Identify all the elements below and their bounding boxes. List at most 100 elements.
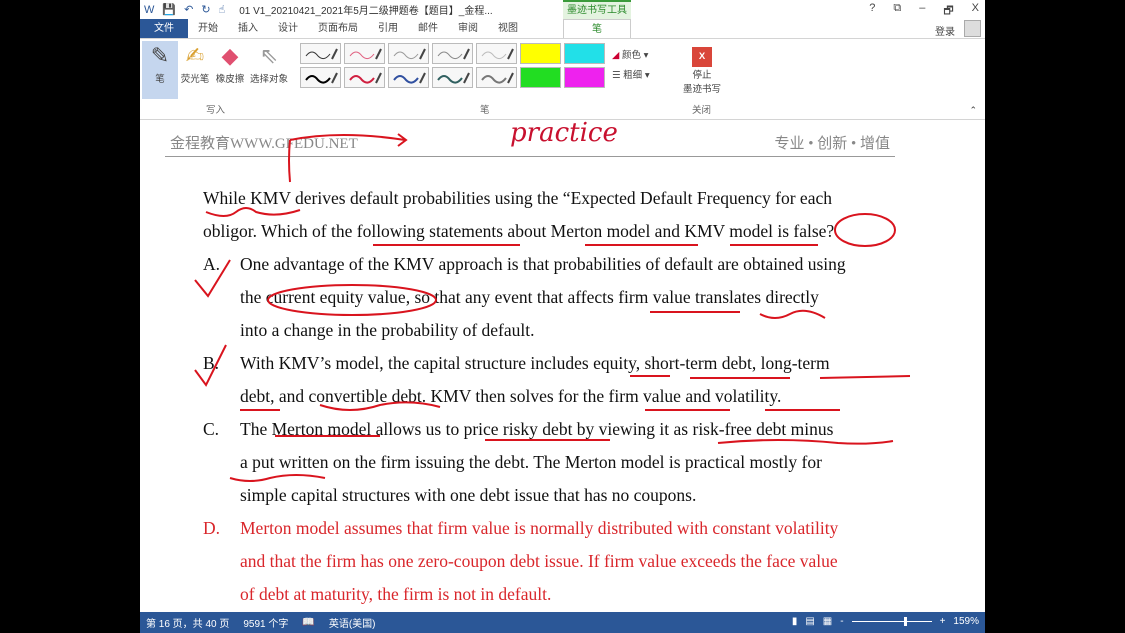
- collapse-ribbon-icon[interactable]: ⌃: [969, 105, 977, 116]
- pen-stroke-icon: [481, 72, 514, 84]
- pen-group-label: 笔: [480, 105, 490, 116]
- zoom-out-button[interactable]: -: [840, 616, 843, 627]
- tab-file[interactable]: 文件: [140, 19, 188, 38]
- zoom-in-button[interactable]: +: [940, 616, 946, 627]
- pen-style-swatch[interactable]: [476, 67, 517, 88]
- select-objects-button[interactable]: ⇖ 选择对象: [248, 41, 290, 85]
- header-right: 专业 • 创新 • 增值: [774, 136, 890, 152]
- pen-gallery: [300, 43, 605, 88]
- page-count[interactable]: 第 16 页，共 40 页: [146, 615, 229, 630]
- pen-style-swatch[interactable]: [344, 67, 385, 88]
- tab-references[interactable]: 引用: [368, 19, 408, 38]
- tab-view[interactable]: 视图: [488, 19, 528, 38]
- save-icon[interactable]: 💾: [162, 3, 176, 16]
- tab-design[interactable]: 设计: [268, 19, 308, 38]
- option-text-line: a put written on the firm issuing the de…: [240, 452, 822, 472]
- question-line: While KMV derives default probabilities …: [203, 188, 832, 208]
- pen-style-swatch[interactable]: [520, 67, 561, 88]
- cursor-icon: ⇖: [259, 43, 279, 68]
- undo-icon[interactable]: ↶: [184, 3, 193, 16]
- select-label: 选择对象: [249, 74, 288, 85]
- word-count[interactable]: 9591 个字: [243, 615, 288, 630]
- print-layout-icon[interactable]: ▤: [805, 616, 814, 627]
- option-text-line: Merton model assumes that firm value is …: [240, 518, 839, 538]
- pen-style-swatch[interactable]: [432, 43, 473, 64]
- pen-style-swatch[interactable]: [344, 43, 385, 64]
- ink-underline: [205, 207, 301, 217]
- tab-insert[interactable]: 插入: [228, 19, 268, 38]
- stop-label: 停止: [692, 70, 712, 81]
- ribbon-tabs: 文件 开始 插入 设计 页面布局 引用 邮件 审阅 视图 笔 登录: [140, 19, 985, 38]
- pen-style-swatch[interactable]: [388, 43, 429, 64]
- web-layout-icon[interactable]: ▦: [823, 616, 832, 627]
- pen-stroke-icon: [305, 72, 338, 84]
- option-letter: C.: [203, 419, 220, 439]
- pen-tool-button[interactable]: ✎ 笔: [142, 41, 178, 99]
- status-bar: 第 16 页，共 40 页 9591 个字 📖 英语(美国) ▮ ▤ ▦ - +…: [140, 612, 985, 633]
- option-text-line: debt, and convertible debt. KMV then sol…: [240, 386, 782, 406]
- redo-icon[interactable]: ↻: [201, 3, 210, 16]
- option-letter: B.: [203, 353, 220, 373]
- option-text-line: The Merton model allows us to price risk…: [240, 419, 834, 439]
- pen-style-swatch[interactable]: [564, 67, 605, 88]
- tab-mailings[interactable]: 邮件: [408, 19, 448, 38]
- pen-style-swatch[interactable]: [432, 67, 473, 88]
- option-text-line: of debt at maturity, the firm is not in …: [240, 584, 552, 604]
- pen-color-button[interactable]: ◢ 颜色 ▾: [612, 47, 648, 61]
- zoom-slider-thumb[interactable]: [903, 617, 907, 626]
- option-text-line: the current equity value, so that any ev…: [240, 287, 819, 307]
- stop-label-2: 墨迹书写: [682, 84, 721, 95]
- pen-style-swatch[interactable]: [300, 67, 341, 88]
- option-text-line: into a change in the probability of defa…: [240, 320, 535, 340]
- question-line: obligor. Which of the following statemen…: [203, 221, 835, 241]
- ribbon: ✎ 笔 ✍ 荧光笔 ◆ 橡皮擦 ⇖ 选择对象 写入 ◢ 颜色 ▾ ☰ 粗细 ▾ 笔 X …: [140, 38, 985, 120]
- pen-style-swatch[interactable]: [388, 67, 429, 88]
- zoom-slider[interactable]: [851, 617, 932, 626]
- title-bar: W 💾 ↶ ↻ ☝ 01 V1_20210421_2021年5月二级押题卷【题目…: [140, 0, 985, 19]
- pen-style-swatch[interactable]: [564, 43, 605, 64]
- close-group-label: 关闭: [692, 105, 712, 116]
- ink-circle: [834, 213, 896, 247]
- tab-review[interactable]: 审阅: [448, 19, 488, 38]
- eraser-button[interactable]: ◆ 橡皮擦: [212, 41, 248, 85]
- option-text-line: and that the firm has one zero-coupon de…: [240, 551, 838, 571]
- pen-stroke-icon: [481, 48, 514, 60]
- tab-home[interactable]: 开始: [188, 19, 228, 38]
- thickness-icon: ☰: [612, 70, 621, 81]
- pen-stroke-icon: [393, 72, 426, 84]
- pen-stroke-icon: [305, 48, 338, 60]
- option-letter: A.: [203, 254, 221, 274]
- header-left: 金程教育WWW.GFEDU.NET: [170, 136, 358, 152]
- pen-style-swatch[interactable]: [520, 43, 561, 64]
- option-letter: D.: [203, 518, 221, 538]
- write-group-label: 写入: [206, 105, 226, 116]
- read-mode-icon[interactable]: ▮: [792, 616, 798, 627]
- context-tab-label: 墨迹书写工具: [563, 0, 631, 19]
- pen-thickness-button[interactable]: ☰ 粗细 ▾: [612, 67, 650, 81]
- pen-style-swatch[interactable]: [476, 43, 517, 64]
- document-title: 01 V1_20210421_2021年5月二级押题卷【题目】_金程...: [239, 6, 493, 17]
- stop-inking-button[interactable]: X 停止 墨迹书写: [682, 47, 722, 95]
- option-text-line: simple capital structures with one debt …: [240, 485, 697, 505]
- pen-stroke-icon: [393, 48, 426, 60]
- zoom-level[interactable]: 159%: [953, 616, 979, 627]
- close-ink-icon: X: [692, 47, 712, 67]
- document-page: 金程教育WWW.GFEDU.NET 专业 • 创新 • 增值 practice …: [140, 120, 985, 612]
- pen-style-swatch[interactable]: [300, 43, 341, 64]
- pen-icon: ✎: [150, 43, 170, 68]
- pen-color-icon: ◢: [612, 50, 620, 61]
- login-link[interactable]: 登录: [935, 23, 955, 38]
- language[interactable]: 英语(美国): [329, 615, 376, 630]
- touch-mode-icon[interactable]: ☝: [219, 3, 226, 16]
- tab-layout[interactable]: 页面布局: [308, 19, 368, 38]
- pen-stroke-icon: [349, 72, 382, 84]
- pen-stroke-icon: [437, 48, 470, 60]
- option-text-line: One advantage of the KMV approach is tha…: [240, 254, 846, 274]
- proofing-icon[interactable]: 📖: [302, 617, 314, 628]
- tab-pen[interactable]: 笔: [563, 19, 631, 38]
- highlighter-label: 荧光笔: [180, 74, 210, 85]
- pen-color-label: 颜色: [621, 50, 641, 61]
- highlighter-button[interactable]: ✍ 荧光笔: [177, 41, 213, 85]
- avatar[interactable]: [964, 20, 981, 37]
- option-text-line: With KMV’s model, the capital structure …: [240, 353, 830, 373]
